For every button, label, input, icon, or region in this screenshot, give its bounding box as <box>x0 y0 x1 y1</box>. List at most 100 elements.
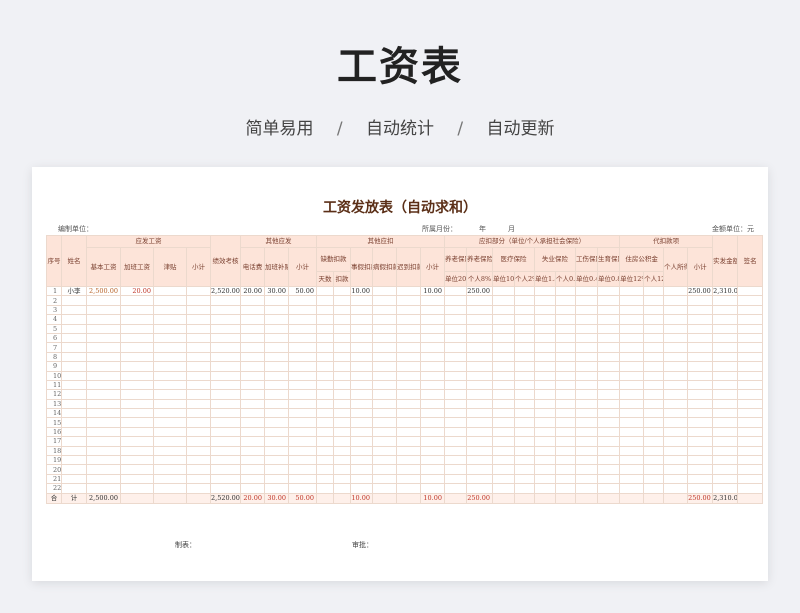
cell[interactable] <box>492 379 515 391</box>
cell[interactable] <box>210 436 241 447</box>
cell[interactable] <box>372 492 397 504</box>
cell[interactable] <box>712 483 739 494</box>
cell[interactable] <box>120 473 154 485</box>
cell[interactable] <box>372 304 397 316</box>
cell[interactable] <box>444 473 467 485</box>
cell[interactable] <box>534 398 556 410</box>
cell[interactable] <box>596 295 621 306</box>
cell[interactable] <box>492 473 515 485</box>
cell[interactable] <box>120 379 154 391</box>
cell[interactable] <box>737 417 764 428</box>
cell[interactable] <box>120 483 154 494</box>
cell[interactable] <box>86 417 121 428</box>
cell-seq[interactable]: 13 <box>46 398 62 410</box>
cell[interactable] <box>333 332 351 344</box>
cell[interactable] <box>619 483 645 494</box>
cell[interactable] <box>466 389 493 400</box>
cell[interactable] <box>61 483 87 494</box>
cell[interactable] <box>712 417 739 428</box>
cell[interactable] <box>420 483 445 494</box>
cell[interactable] <box>663 483 689 494</box>
cell[interactable] <box>210 351 241 363</box>
cell[interactable] <box>153 473 187 485</box>
cell[interactable] <box>316 492 334 504</box>
cell[interactable] <box>663 379 689 391</box>
cell[interactable] <box>288 314 317 325</box>
cell-withhold-subtotal[interactable]: 250.00 <box>687 285 714 297</box>
cell[interactable] <box>575 389 598 400</box>
total-phone[interactable]: 20.00 <box>240 492 265 504</box>
cell[interactable] <box>466 455 493 466</box>
cell[interactable] <box>86 295 121 306</box>
cell[interactable] <box>153 304 187 316</box>
cell[interactable] <box>575 351 598 363</box>
cell[interactable] <box>420 314 445 325</box>
cell[interactable] <box>264 389 289 400</box>
cell[interactable] <box>492 389 515 400</box>
cell[interactable] <box>712 370 739 381</box>
cell[interactable] <box>420 436 445 447</box>
cell[interactable] <box>492 351 515 363</box>
total-withhold-subtotal[interactable]: 250.00 <box>687 492 714 504</box>
cell[interactable] <box>492 370 515 381</box>
cell[interactable] <box>210 426 241 438</box>
cell[interactable] <box>575 285 598 297</box>
cell[interactable] <box>61 473 87 485</box>
cell[interactable] <box>153 398 187 410</box>
total-deduct-subtotal[interactable]: 10.00 <box>420 492 445 504</box>
cell[interactable] <box>288 342 317 353</box>
cell[interactable] <box>737 492 764 504</box>
cell[interactable] <box>712 464 739 475</box>
cell[interactable] <box>396 304 421 316</box>
cell[interactable] <box>737 304 764 316</box>
cell[interactable] <box>444 417 467 428</box>
cell[interactable] <box>663 351 689 363</box>
cell[interactable] <box>514 389 535 400</box>
cell[interactable] <box>372 351 397 363</box>
cell[interactable] <box>687 351 714 363</box>
cell[interactable] <box>575 483 598 494</box>
cell[interactable] <box>687 436 714 447</box>
cell[interactable] <box>534 304 556 316</box>
cell[interactable] <box>86 426 121 438</box>
cell[interactable] <box>534 379 556 391</box>
cell[interactable] <box>153 295 187 306</box>
cell[interactable] <box>186 379 211 391</box>
cell[interactable] <box>240 455 265 466</box>
cell[interactable] <box>619 285 645 297</box>
cell[interactable] <box>264 370 289 381</box>
cell[interactable] <box>712 342 739 353</box>
cell[interactable] <box>240 417 265 428</box>
cell[interactable] <box>372 445 397 457</box>
cell[interactable] <box>350 417 373 428</box>
cell[interactable] <box>186 473 211 485</box>
cell[interactable] <box>555 389 576 400</box>
cell[interactable] <box>396 285 421 297</box>
cell[interactable] <box>619 408 645 419</box>
cell[interactable] <box>619 332 645 344</box>
cell[interactable] <box>420 304 445 316</box>
cell[interactable] <box>444 295 467 306</box>
cell[interactable] <box>350 473 373 485</box>
cell[interactable] <box>687 455 714 466</box>
cell[interactable] <box>350 379 373 391</box>
cell[interactable] <box>514 323 535 334</box>
cell[interactable] <box>210 342 241 353</box>
cell[interactable] <box>466 426 493 438</box>
cell[interactable] <box>712 389 739 400</box>
cell[interactable] <box>663 445 689 457</box>
cell[interactable] <box>240 436 265 447</box>
cell[interactable] <box>555 426 576 438</box>
cell[interactable] <box>396 314 421 325</box>
cell[interactable] <box>186 389 211 400</box>
cell[interactable] <box>288 483 317 494</box>
cell[interactable] <box>240 426 265 438</box>
cell[interactable] <box>372 408 397 419</box>
cell[interactable] <box>663 398 689 410</box>
cell[interactable] <box>619 398 645 410</box>
cell[interactable] <box>687 445 714 457</box>
cell[interactable] <box>663 455 689 466</box>
cell[interactable] <box>575 314 598 325</box>
cell[interactable] <box>466 483 493 494</box>
cell[interactable] <box>534 314 556 325</box>
